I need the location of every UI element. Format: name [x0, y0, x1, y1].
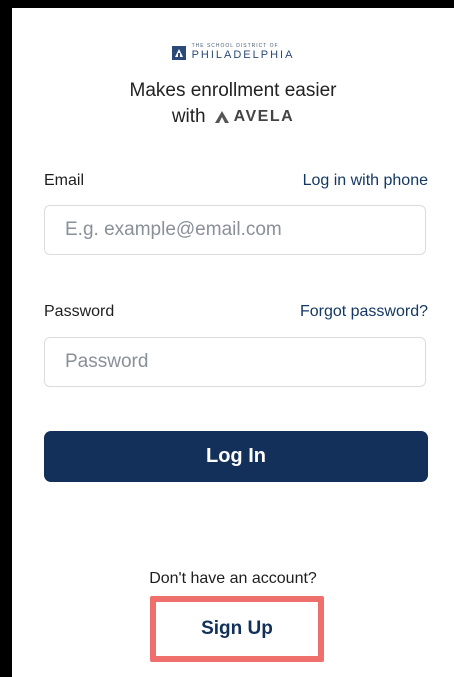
login-button[interactable]: Log In — [44, 431, 428, 482]
email-label: Email — [44, 172, 85, 189]
signup-button[interactable]: Sign Up — [162, 608, 312, 650]
no-account-text: Don't have an account? — [149, 570, 317, 587]
brand-name: AVELA — [233, 108, 295, 125]
email-input[interactable] — [44, 205, 426, 255]
avela-mark-icon — [214, 111, 229, 123]
tagline: Makes enrollment easier with AVELA — [12, 78, 454, 130]
district-logo: THE SCHOOL DISTRICT OF PHILADELPHIA — [12, 44, 454, 61]
district-wordmark: THE SCHOOL DISTRICT OF PHILADELPHIA — [192, 44, 295, 61]
tagline-line1: Makes enrollment easier — [129, 80, 337, 101]
tagline-with: with — [171, 106, 206, 127]
login-with-phone-link[interactable]: Log in with phone — [303, 172, 428, 190]
tagline-line2: with AVELA — [12, 104, 454, 130]
district-name: PHILADELPHIA — [191, 49, 295, 61]
password-input[interactable] — [44, 337, 426, 387]
password-label: Password — [44, 303, 115, 320]
login-panel: THE SCHOOL DISTRICT OF PHILADELPHIA Make… — [12, 8, 454, 677]
avela-logo: AVELA — [214, 104, 295, 130]
forgot-password-link[interactable]: Forgot password? — [300, 303, 428, 321]
district-emblem-icon — [171, 45, 186, 60]
